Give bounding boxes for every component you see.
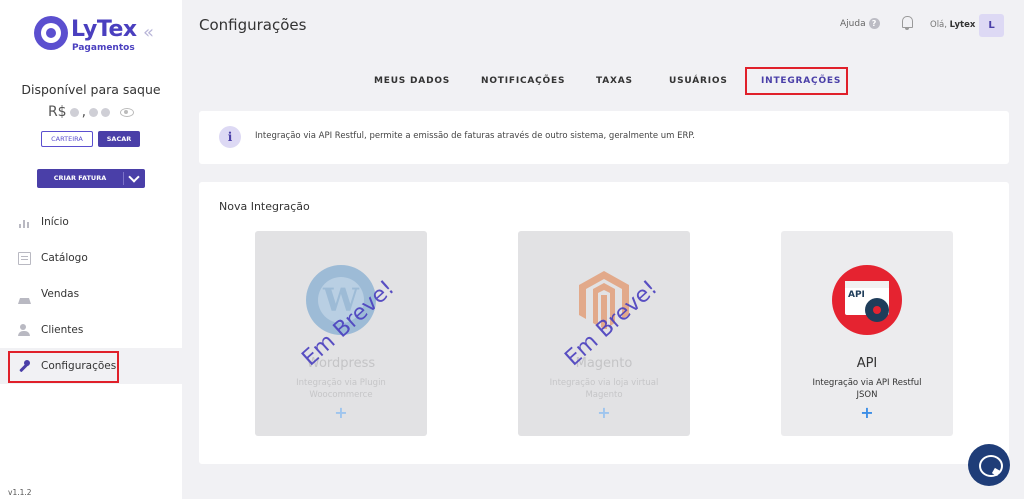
users-icon: [18, 323, 31, 337]
add-magento-button: +: [597, 403, 611, 422]
question-icon: ?: [868, 18, 880, 29]
add-api-button[interactable]: +: [781, 403, 953, 422]
chat-icon[interactable]: [968, 444, 1010, 486]
tab-usuarios[interactable]: USUÁRIOS: [669, 76, 728, 86]
hidden-digit: [89, 107, 99, 117]
integration-desc-line: Magento: [585, 390, 623, 400]
sacar-button[interactable]: SACAR: [98, 131, 140, 147]
info-card: i Integração via API Restful, permite a …: [199, 111, 1009, 164]
divider: [123, 172, 124, 185]
collapse-sidebar-icon[interactable]: «: [143, 24, 154, 42]
integration-desc-line: Integração via loja virtual: [549, 378, 659, 388]
brand-name: LyTex: [71, 17, 137, 42]
help-label: Ajuda: [840, 18, 866, 29]
lytex-logo-icon: [34, 16, 68, 50]
criar-fatura-button[interactable]: CRIAR FATURA: [37, 169, 145, 188]
balance-value: R$ ,: [0, 104, 182, 120]
brand-sub: Pagamentos: [72, 43, 135, 53]
integration-wordpress: W Wordpress Integração via Plugin Woocom…: [255, 231, 427, 436]
catalog-icon: [18, 251, 31, 265]
sidebar-item-inicio[interactable]: Início: [0, 204, 182, 240]
sidebar-item-label: Início: [41, 216, 69, 228]
chart-icon: [18, 216, 31, 229]
basket-icon: [18, 291, 31, 304]
chevron-down-icon[interactable]: [128, 171, 140, 183]
api-logo-icon: API: [832, 265, 902, 335]
info-text: Integração via API Restful, permite a em…: [255, 131, 695, 141]
integration-desc-line: Integração via API Restful: [812, 378, 922, 388]
criar-fatura-label: CRIAR FATURA: [53, 174, 107, 182]
integrations-title: Nova Integração: [219, 200, 310, 213]
integration-desc-line: JSON: [856, 390, 878, 400]
tab-taxas[interactable]: TAXAS: [596, 76, 633, 86]
integration-name: Wordpress: [306, 356, 376, 371]
hidden-digit: [69, 107, 79, 117]
sidebar-item-label: Vendas: [41, 288, 80, 300]
sidebar-item-vendas[interactable]: Vendas: [0, 276, 182, 312]
integration-desc: Integração via Plugin Woocommerce: [265, 377, 417, 401]
info-icon: i: [219, 126, 241, 148]
help-link[interactable]: Ajuda ?: [840, 18, 880, 29]
sidebar-item-catalogo[interactable]: Catálogo: [0, 240, 182, 276]
integration-name: API: [856, 356, 878, 371]
add-wordpress-button: +: [334, 403, 348, 422]
sidebar: LyTex Pagamentos « Disponível para saque…: [0, 0, 182, 499]
eye-icon[interactable]: [120, 107, 135, 117]
sidebar-item-label: Catálogo: [41, 252, 88, 264]
carteira-button[interactable]: CARTEIRA: [41, 131, 93, 147]
currency-prefix: R$: [47, 104, 67, 120]
integration-desc-line: Integração via Plugin: [296, 378, 386, 388]
sidebar-item-label: Clientes: [41, 324, 84, 336]
avatar[interactable]: L: [979, 14, 1004, 37]
sidebar-item-clientes[interactable]: Clientes: [0, 312, 182, 348]
version-label: v1.1.2: [8, 488, 32, 497]
integration-api[interactable]: API API Integração via API Restful JSON …: [781, 231, 953, 436]
integration-desc: Integração via API Restful JSON: [791, 377, 943, 401]
hidden-digit: [101, 107, 111, 117]
highlight-configuracoes: [8, 351, 119, 383]
integration-desc-line: Woocommerce: [309, 390, 373, 400]
balance-title: Disponível para saque: [21, 82, 161, 97]
user-greeting: Olá, Lytex: [930, 20, 975, 30]
integrations-card: Nova Integração W Wordpress Integração v…: [199, 182, 1009, 464]
bell-icon[interactable]: [902, 16, 913, 30]
user-name: Lytex: [949, 20, 976, 30]
greeting-text: Olá,: [930, 20, 947, 30]
tab-meus-dados[interactable]: MEUS DADOS: [374, 76, 450, 86]
gear-icon: [865, 298, 889, 322]
api-logo-label: API: [848, 290, 865, 300]
integration-magento: Magento Integração via loja virtual Mage…: [518, 231, 690, 436]
lytex-logo[interactable]: LyTex Pagamentos: [34, 16, 158, 56]
page-title: Configurações: [199, 16, 307, 34]
highlight-integracoes: [745, 67, 848, 95]
tab-notificacoes[interactable]: NOTIFICAÇÕES: [481, 76, 565, 86]
integration-desc: Integração via loja virtual Magento: [528, 377, 680, 401]
integration-name: Magento: [575, 356, 633, 371]
